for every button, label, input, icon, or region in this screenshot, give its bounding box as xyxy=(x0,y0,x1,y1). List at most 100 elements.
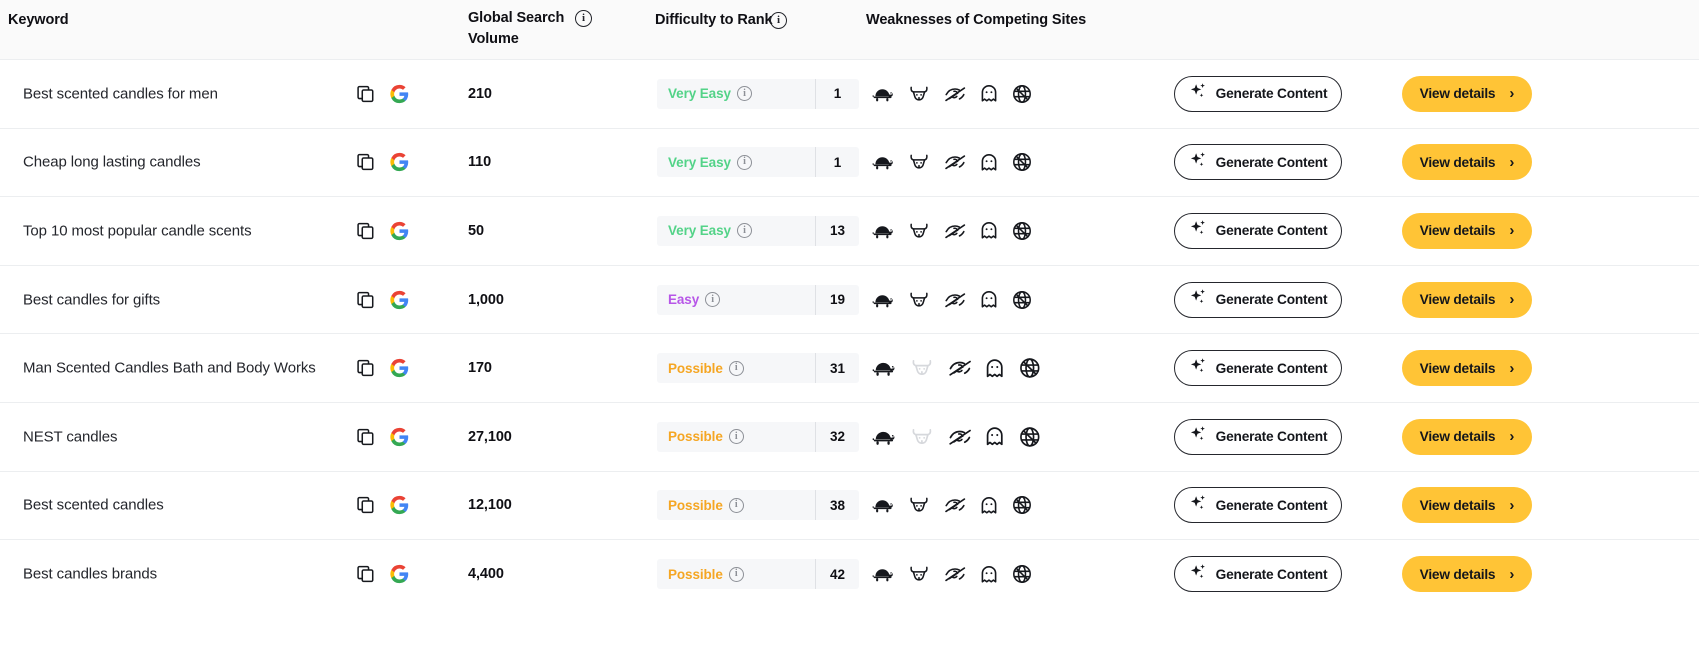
table-body: Best scented candles for men 210 Very Ea… xyxy=(0,60,1699,609)
table-row[interactable]: Cheap long lasting candles 110 Very Easy… xyxy=(0,128,1699,198)
bull-aggressive-competition-icon[interactable] xyxy=(908,565,930,583)
volume-info-icon[interactable]: i xyxy=(575,10,592,27)
turtle-slow-speed-icon[interactable] xyxy=(872,565,894,583)
difficulty-row-info-icon[interactable]: i xyxy=(728,566,744,582)
table-row[interactable]: NEST candles 27,100 Possible i 32 Genera… xyxy=(0,402,1699,472)
copy-icon[interactable] xyxy=(356,496,375,515)
turtle-slow-speed-icon[interactable] xyxy=(872,85,894,103)
turtle-slow-speed-icon[interactable] xyxy=(872,496,894,514)
turtle-slow-speed-icon[interactable] xyxy=(872,358,896,377)
generate-content-button[interactable]: Generate Content xyxy=(1174,281,1342,318)
view-details-button[interactable]: View details › xyxy=(1402,556,1532,593)
generate-content-button[interactable]: Generate Content xyxy=(1174,487,1342,524)
eye-off-low-visibility-icon[interactable] xyxy=(944,565,966,583)
eye-off-low-visibility-icon[interactable] xyxy=(948,427,972,446)
google-icon[interactable] xyxy=(390,427,409,446)
difficulty-row-info-icon[interactable]: i xyxy=(736,154,752,170)
turtle-slow-speed-icon[interactable] xyxy=(872,291,894,309)
difficulty-score: 32 xyxy=(815,421,859,452)
table-row[interactable]: Best scented candles for men 210 Very Ea… xyxy=(0,60,1699,129)
table-row[interactable]: Top 10 most popular candle scents 50 Ver… xyxy=(0,197,1699,266)
view-details-button[interactable]: View details › xyxy=(1402,75,1532,112)
globe-alert-poor-domain-icon[interactable] xyxy=(1019,357,1041,379)
copy-icon[interactable] xyxy=(356,290,375,309)
eye-off-low-visibility-icon[interactable] xyxy=(948,358,972,377)
difficulty-info-icon[interactable]: i xyxy=(770,12,787,29)
difficulty-label-group: Possible i xyxy=(657,566,744,582)
google-icon[interactable] xyxy=(390,84,409,103)
copy-icon[interactable] xyxy=(356,427,375,446)
bull-aggressive-competition-icon[interactable] xyxy=(910,358,934,377)
google-icon[interactable] xyxy=(390,221,409,241)
ghost-thin-content-icon[interactable] xyxy=(985,358,1004,379)
difficulty-row-info-icon[interactable]: i xyxy=(728,360,744,376)
generate-content-button[interactable]: Generate Content xyxy=(1174,418,1342,455)
bull-aggressive-competition-icon[interactable] xyxy=(910,427,934,446)
difficulty-row-info-icon[interactable]: i xyxy=(728,429,744,445)
generate-content-button[interactable]: Generate Content xyxy=(1174,350,1342,387)
difficulty-row-info-icon[interactable]: i xyxy=(705,292,721,308)
globe-alert-poor-domain-icon[interactable] xyxy=(1012,564,1032,584)
difficulty-row-info-icon[interactable]: i xyxy=(736,223,752,239)
difficulty-label-group: Very Easy i xyxy=(657,154,752,170)
globe-alert-poor-domain-icon[interactable] xyxy=(1012,290,1032,310)
turtle-slow-speed-icon[interactable] xyxy=(872,222,894,240)
copy-icon[interactable] xyxy=(356,565,375,584)
google-icon[interactable] xyxy=(390,153,409,172)
ghost-thin-content-icon[interactable] xyxy=(985,427,1004,448)
eye-off-low-visibility-icon[interactable] xyxy=(944,153,966,171)
google-icon[interactable] xyxy=(390,290,409,309)
generate-content-button[interactable]: Generate Content xyxy=(1174,212,1342,249)
difficulty-row-info-icon[interactable]: i xyxy=(728,497,744,513)
view-details-button[interactable]: View details › xyxy=(1402,144,1532,181)
ghost-thin-content-icon[interactable] xyxy=(980,84,998,103)
table-row[interactable]: Best scented candles 12,100 Possible i 3… xyxy=(0,471,1699,541)
table-row[interactable]: Best candles brands 4,400 Possible i 42 xyxy=(0,540,1699,609)
keyword-actions xyxy=(356,496,409,515)
view-details-button[interactable]: View details › xyxy=(1402,212,1532,249)
bull-aggressive-competition-icon[interactable] xyxy=(908,222,930,240)
table-row[interactable]: Man Scented Candles Bath and Body Works … xyxy=(0,334,1699,403)
google-icon[interactable] xyxy=(390,496,409,515)
bull-aggressive-competition-icon[interactable] xyxy=(908,153,930,171)
globe-alert-poor-domain-icon[interactable] xyxy=(1019,426,1041,448)
turtle-slow-speed-icon[interactable] xyxy=(872,427,896,446)
google-icon[interactable] xyxy=(390,565,409,584)
eye-off-low-visibility-icon[interactable] xyxy=(944,291,966,309)
globe-alert-poor-domain-icon[interactable] xyxy=(1012,221,1032,241)
view-details-button[interactable]: View details › xyxy=(1402,350,1532,387)
view-details-label: View details xyxy=(1419,566,1496,582)
bull-aggressive-competition-icon[interactable] xyxy=(908,291,930,309)
keyword-actions xyxy=(356,153,409,172)
turtle-slow-speed-icon[interactable] xyxy=(872,153,894,171)
google-icon[interactable] xyxy=(390,359,409,378)
ghost-thin-content-icon[interactable] xyxy=(980,565,998,584)
search-volume-value: 27,100 xyxy=(468,428,512,445)
chevron-right-icon: › xyxy=(1509,359,1515,377)
copy-icon[interactable] xyxy=(356,359,375,378)
copy-icon[interactable] xyxy=(356,221,375,240)
ghost-thin-content-icon[interactable] xyxy=(980,153,998,172)
bull-aggressive-competition-icon[interactable] xyxy=(908,496,930,514)
ghost-thin-content-icon[interactable] xyxy=(980,496,998,515)
copy-icon[interactable] xyxy=(356,84,375,103)
table-row[interactable]: Best candles for gifts 1,000 Easy i 19 G… xyxy=(0,265,1699,335)
copy-icon[interactable] xyxy=(356,153,375,172)
ghost-thin-content-icon[interactable] xyxy=(980,290,998,309)
generate-content-button[interactable]: Generate Content xyxy=(1174,556,1342,593)
view-details-button[interactable]: View details › xyxy=(1402,487,1532,524)
globe-alert-poor-domain-icon[interactable] xyxy=(1012,84,1032,104)
generate-content-button[interactable]: Generate Content xyxy=(1174,144,1342,181)
globe-alert-poor-domain-icon[interactable] xyxy=(1012,495,1032,515)
eye-off-low-visibility-icon[interactable] xyxy=(944,222,966,240)
generate-content-button[interactable]: Generate Content xyxy=(1174,75,1342,112)
ghost-thin-content-icon[interactable] xyxy=(980,221,998,240)
view-details-button[interactable]: View details › xyxy=(1402,281,1532,318)
globe-alert-poor-domain-icon[interactable] xyxy=(1012,152,1032,172)
difficulty-bar: Very Easy i 1 xyxy=(657,78,859,109)
bull-aggressive-competition-icon[interactable] xyxy=(908,85,930,103)
difficulty-row-info-icon[interactable]: i xyxy=(736,86,752,102)
eye-off-low-visibility-icon[interactable] xyxy=(944,85,966,103)
view-details-button[interactable]: View details › xyxy=(1402,418,1532,455)
eye-off-low-visibility-icon[interactable] xyxy=(944,496,966,514)
